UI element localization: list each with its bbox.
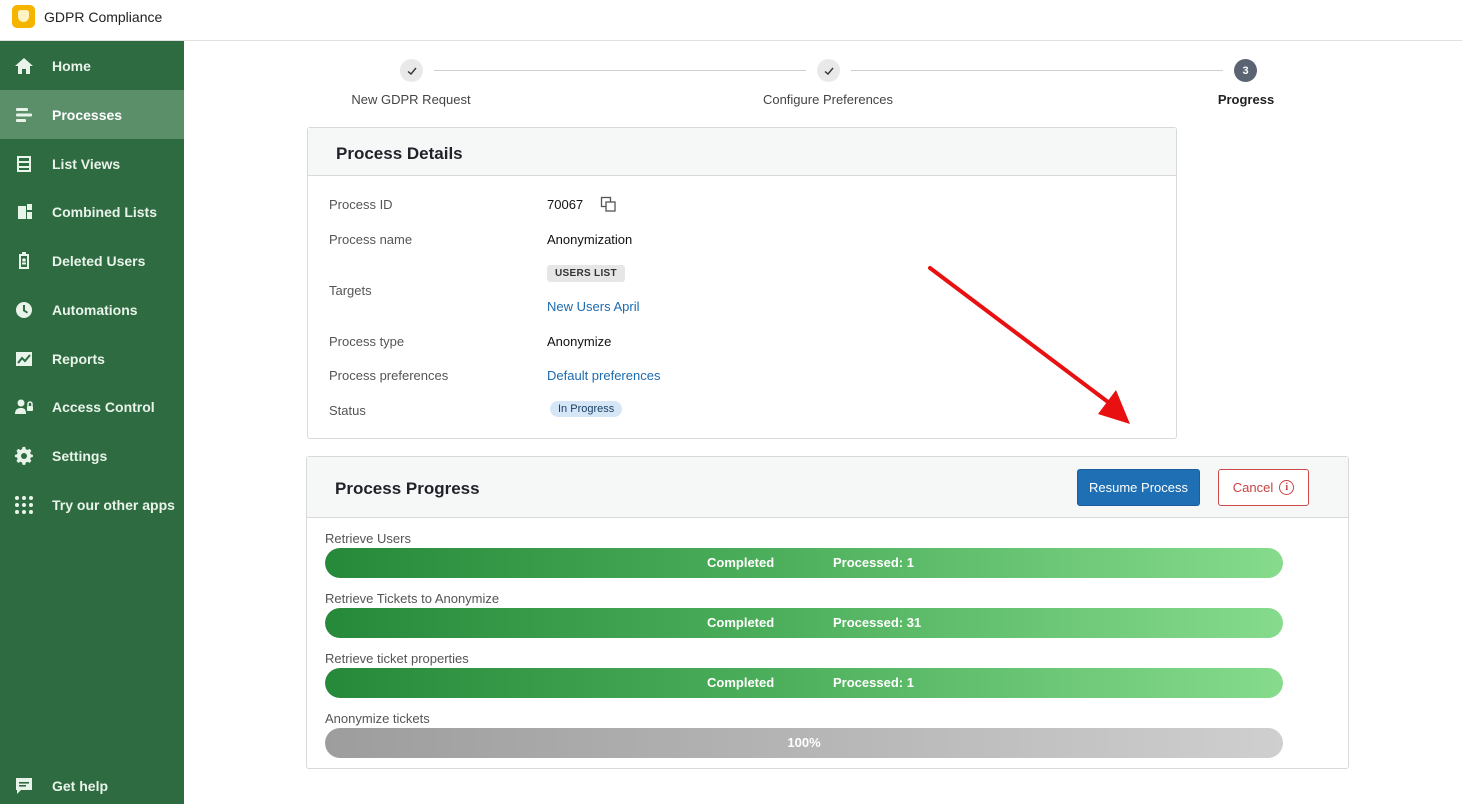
task-progress-fill: [325, 608, 1283, 638]
process-progress-header: Process Progress Resume Process Cancel i: [307, 457, 1348, 518]
task-progress-bar: Completed Processed: 31: [325, 608, 1283, 638]
sidebar-item-access-control[interactable]: Access Control: [0, 382, 184, 431]
sidebar-item-processes[interactable]: Processes: [0, 90, 184, 139]
task-status: Completed: [707, 555, 775, 570]
process-progress-card: Process Progress Resume Process Cancel i…: [306, 456, 1349, 769]
process-id-value: 70067: [547, 197, 584, 212]
chat-icon: [14, 776, 34, 796]
process-details-header: Process Details: [308, 128, 1176, 176]
app-title: GDPR Compliance: [44, 9, 163, 25]
task-label: Retrieve Users: [325, 531, 411, 546]
task-progress-bar: Completed Processed: 1: [325, 548, 1283, 578]
deleted-users-icon: [14, 251, 34, 271]
task-processed: Processed: 31: [833, 615, 922, 630]
process-details-title: Process Details: [336, 144, 463, 163]
process-name-value: Anonymization: [547, 232, 633, 247]
sidebar-item-label: Combined Lists: [52, 203, 158, 220]
task-label: Retrieve ticket properties: [325, 651, 469, 666]
task-progress-fill: [325, 548, 1283, 578]
sidebar-item-get-help[interactable]: Get help: [0, 761, 184, 804]
sidebar-item-other-apps[interactable]: Try our other apps: [0, 480, 184, 529]
combined-lists-icon: [14, 202, 34, 222]
task-progress-bar: Completed Processed: 1: [325, 668, 1283, 698]
grid-icon: [14, 495, 34, 515]
sidebar-item-settings[interactable]: Settings: [0, 431, 184, 480]
step-1-label: New GDPR Request: [351, 92, 471, 107]
sidebar-item-label: Settings: [52, 447, 108, 464]
sidebar-item-label: Try our other apps: [52, 496, 175, 513]
task-progress-bar: 100%: [325, 728, 1283, 758]
cancel-label: Cancel: [1232, 480, 1274, 495]
task-status: Completed: [707, 615, 775, 630]
step-2-label: Configure Preferences: [762, 92, 894, 107]
chart-icon: [14, 349, 34, 369]
copy-icon[interactable]: [600, 196, 617, 213]
task-processed: Processed: 1: [833, 555, 914, 570]
step-connector: [851, 70, 1223, 71]
process-preferences-label: Process preferences: [329, 368, 449, 383]
process-progress-title: Process Progress: [335, 479, 480, 498]
process-type-label: Process type: [329, 334, 405, 349]
cancel-button[interactable]: Cancel i: [1218, 469, 1309, 506]
sidebar-item-label: Home: [52, 57, 91, 74]
targets-link[interactable]: New Users April: [547, 299, 639, 314]
sidebar-item-list-views[interactable]: List Views: [0, 139, 184, 188]
step-connector: [434, 70, 806, 71]
user-lock-icon: [14, 397, 34, 417]
step-2-check-icon: [817, 59, 840, 82]
targets-label: Targets: [329, 283, 372, 298]
sidebar-item-reports[interactable]: Reports: [0, 334, 184, 383]
list-views-icon: [14, 154, 34, 174]
targets-type-tag: USERS LIST: [547, 265, 625, 282]
process-name-label: Process name: [329, 232, 413, 247]
top-bar: GDPR Compliance: [0, 0, 1462, 41]
info-icon: i: [1279, 480, 1295, 495]
sidebar-item-combined-lists[interactable]: Combined Lists: [0, 187, 184, 236]
processes-icon: [14, 105, 34, 125]
task-status: Completed: [707, 675, 775, 690]
step-3-label: Progress: [1217, 92, 1275, 107]
task-progress-fill: [325, 668, 1283, 698]
sidebar-item-home[interactable]: Home: [0, 41, 184, 90]
home-icon: [14, 56, 34, 76]
task-processed: Processed: 1: [833, 675, 914, 690]
gear-icon: [14, 446, 34, 466]
sidebar-item-deleted-users[interactable]: Deleted Users: [0, 236, 184, 285]
task-percent: 100%: [787, 735, 821, 750]
sidebar-item-label: Access Control: [52, 398, 155, 415]
sidebar-item-automations[interactable]: Automations: [0, 285, 184, 334]
status-badge: In Progress: [550, 401, 623, 417]
process-type-value: Anonymize: [547, 334, 612, 349]
step-3-number: 3: [1234, 59, 1257, 82]
process-preferences-link[interactable]: Default preferences: [547, 368, 660, 383]
sidebar-item-label: Processes: [52, 106, 123, 123]
sidebar-item-label: Reports: [52, 350, 105, 367]
sidebar-item-label: Get help: [52, 777, 109, 794]
clock-icon: [14, 300, 34, 320]
process-id-label: Process ID: [329, 197, 393, 212]
sidebar-item-label: List Views: [52, 155, 121, 172]
process-details-card: Process Details Process ID 70067 Process…: [307, 127, 1177, 439]
task-label: Anonymize tickets: [325, 711, 430, 726]
task-label: Retrieve Tickets to Anonymize: [325, 591, 500, 606]
sidebar-item-label: Automations: [52, 301, 138, 318]
step-1-check-icon: [400, 59, 423, 82]
app-logo-icon: [12, 5, 35, 28]
sidebar: Home Processes List Views Combined Lists…: [0, 41, 184, 804]
sidebar-item-label: Deleted Users: [52, 252, 146, 269]
status-label: Status: [329, 403, 366, 418]
resume-process-button[interactable]: Resume Process: [1077, 469, 1200, 506]
